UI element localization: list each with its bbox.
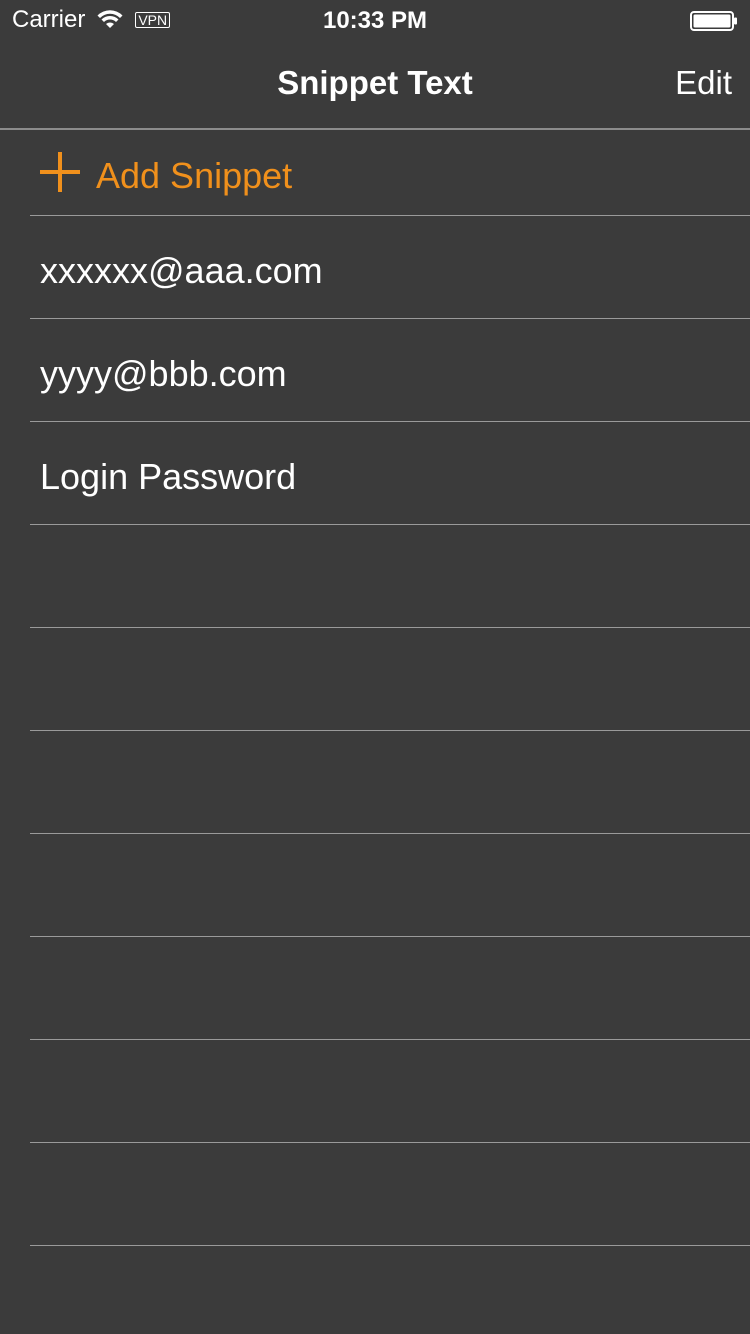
status-time: 10:33 PM bbox=[322, 7, 428, 34]
snippet-screen: Carrier VPN 10:33 PM Snippet Text Edit A… bbox=[0, 0, 750, 1334]
page-title: Snippet Text bbox=[277, 64, 473, 101]
snippet-row[interactable]: yyyy@bbb.com bbox=[30, 319, 750, 422]
snippet-label: Login Password bbox=[40, 456, 297, 497]
empty-row bbox=[30, 731, 750, 834]
status-bar: Carrier VPN 10:33 PM bbox=[0, 0, 750, 40]
edit-button[interactable]: Edit bbox=[675, 64, 732, 102]
empty-row bbox=[30, 937, 750, 1040]
snippet-list: Add Snippet xxxxxx@aaa.com yyyy@bbb.com … bbox=[0, 130, 750, 1246]
add-snippet-button[interactable]: Add Snippet bbox=[30, 130, 750, 216]
snippet-label: xxxxxx@aaa.com bbox=[40, 250, 323, 291]
empty-row bbox=[30, 1040, 750, 1143]
empty-row bbox=[30, 1143, 750, 1246]
empty-row bbox=[30, 834, 750, 937]
snippet-row[interactable]: xxxxxx@aaa.com bbox=[30, 216, 750, 319]
battery-icon bbox=[690, 11, 737, 31]
snippet-row[interactable]: Login Password bbox=[30, 422, 750, 525]
navigation-bar: Snippet Text Edit bbox=[0, 40, 750, 130]
plus-icon bbox=[40, 152, 80, 192]
empty-row bbox=[30, 628, 750, 731]
add-snippet-label: Add Snippet bbox=[96, 155, 293, 196]
empty-row bbox=[30, 525, 750, 628]
snippet-label: yyyy@bbb.com bbox=[40, 353, 287, 394]
